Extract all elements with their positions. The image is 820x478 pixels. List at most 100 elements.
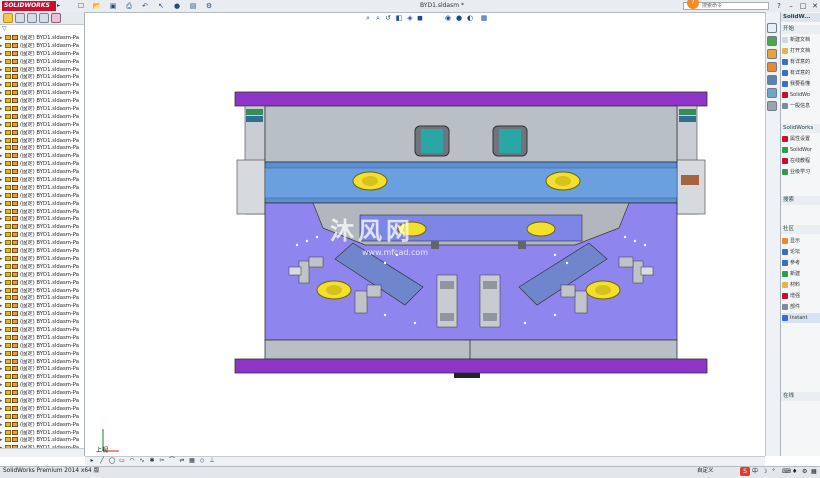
previous-view-icon[interactable]: ↺: [384, 14, 392, 22]
spline-icon[interactable]: ∿: [138, 457, 146, 465]
tree-item[interactable]: ▸(固定) BYD1.sldasm-Pa: [0, 82, 84, 90]
tree-item[interactable]: ▸(固定) BYD1.sldasm-Pa: [0, 358, 84, 367]
help-question-icon[interactable]: ?: [774, 2, 784, 10]
restore-button[interactable]: □: [798, 2, 808, 10]
tree-item[interactable]: ▸(固定) BYD1.sldasm-Pa: [0, 326, 84, 335]
settings-icon[interactable]: ⚙: [802, 467, 810, 476]
search-section-header[interactable]: 搜索: [781, 196, 820, 205]
display-manager-tab[interactable]: [51, 13, 61, 23]
keyboard-icon[interactable]: ⌨: [782, 467, 791, 476]
relations-icon[interactable]: ⊥: [208, 457, 216, 465]
file-explorer-tab-icon[interactable]: [767, 49, 777, 59]
community-section-header[interactable]: 社区: [781, 225, 820, 234]
rectangle-icon[interactable]: ▭: [118, 457, 126, 465]
community-item-2[interactable]: 论坛: [782, 247, 820, 257]
tree-item[interactable]: ▸(固定) BYD1.sldasm-Pa: [0, 208, 84, 217]
solidworks-logo[interactable]: SOLIDWORKS: [2, 1, 56, 11]
tree-item[interactable]: ▸(固定) BYD1.sldasm-Pa: [0, 279, 84, 288]
view-settings-icon[interactable]: ▦: [480, 14, 488, 22]
resources-section-header[interactable]: SolidWorks: [781, 124, 820, 133]
tree-item[interactable]: ▸(固定) BYD1.sldasm-Pa: [0, 287, 84, 296]
view-orientation-icon[interactable]: ◈: [406, 14, 414, 22]
tree-item[interactable]: ▸(固定) BYD1.sldasm-Pa: [0, 240, 84, 248]
community-item-5[interactable]: 材料: [782, 280, 820, 290]
save-icon[interactable]: ▣: [108, 2, 118, 10]
community-item-3[interactable]: 参考: [782, 258, 820, 268]
tree-item[interactable]: ▸(固定) BYD1.sldasm-Pa: [0, 342, 84, 351]
options-icon[interactable]: ⚙: [204, 2, 214, 10]
trim-icon[interactable]: ✂: [158, 457, 166, 465]
circle-icon[interactable]: ◯: [108, 457, 116, 465]
tree-item[interactable]: ▸(固定) BYD1.sldasm-Pa: [0, 413, 84, 422]
tree-item[interactable]: ▸(固定) BYD1.sldasm-Pa: [0, 232, 84, 240]
tree-item[interactable]: ▸(固定) BYD1.sldasm-Pa: [0, 169, 84, 177]
resource-item-4[interactable]: 业级学习: [782, 167, 820, 177]
resource-item-1[interactable]: 属性设置: [782, 134, 820, 144]
rebuild-icon[interactable]: ●: [172, 2, 182, 10]
edit-appearance-icon[interactable]: ●: [455, 14, 463, 22]
punctuation-icon[interactable]: °: [772, 467, 780, 476]
resource-item-3[interactable]: 在线教程: [782, 156, 820, 166]
community-item-7[interactable]: 部件: [782, 302, 820, 312]
feature-tree-list[interactable]: ▸ (固定) BYD1.sldasm-Pa ▸ (固定) BYD1.sldasm-Pa…: [0, 35, 84, 456]
dimension-icon[interactable]: ◇: [198, 457, 206, 465]
tree-item[interactable]: ▸(固定) BYD1.sldasm-Pa: [0, 263, 84, 272]
tree-item[interactable]: ▸(固定) BYD1.sldasm-Pa: [0, 184, 84, 193]
tree-item[interactable]: ▸(固定) BYD1.sldasm-Pa: [0, 121, 84, 130]
skin-icon[interactable]: ♦: [792, 467, 800, 476]
tree-item[interactable]: ▸(固定) BYD1.sldasm-Pa: [0, 66, 84, 75]
community-item-6[interactable]: 增强: [782, 291, 820, 301]
menu-arrow-icon[interactable]: ▸: [57, 1, 65, 11]
display-style-icon[interactable]: ◼: [416, 14, 424, 22]
tree-item[interactable]: ▸(固定) BYD1.sldasm-Pa: [0, 319, 84, 327]
feature-manager-tree[interactable]: ▽ ▸ (固定) BYD1.sldasm-Pa ▸ (固定) BYD1.sldasm-…: [0, 12, 85, 457]
tree-item[interactable]: ▸(固定) BYD1.sldasm-Pa: [0, 192, 84, 201]
tree-item[interactable]: ▸(固定) BYD1.sldasm-Pa: [0, 216, 84, 224]
design-library-tab-icon[interactable]: [767, 36, 777, 46]
community-item-4[interactable]: 新建: [782, 269, 820, 279]
moon-icon[interactable]: ☽: [762, 467, 770, 476]
start-item-4[interactable]: 有详意的: [782, 68, 820, 78]
start-item-6[interactable]: SolidWo: [782, 90, 820, 100]
hide-show-icon[interactable]: ◉: [444, 14, 452, 22]
tree-item[interactable]: ▸(固定) BYD1.sldasm-Pa: [0, 106, 84, 114]
point-icon[interactable]: ✱: [148, 457, 156, 465]
status-units[interactable]: 自定义: [697, 467, 733, 476]
start-item-5[interactable]: 我要看懂: [782, 79, 820, 89]
start-item-3[interactable]: 有详意的: [782, 57, 820, 67]
search-tab-icon[interactable]: [767, 62, 777, 72]
open-document-icon[interactable]: 📂: [92, 2, 102, 10]
tree-item[interactable]: ▸(固定) BYD1.sldasm-Pa: [0, 350, 84, 359]
start-item-open[interactable]: 打开文档: [782, 46, 820, 56]
tree-item[interactable]: ▸(固定) BYD1.sldasm-Pa: [0, 129, 84, 138]
tree-item[interactable]: ▸(固定) BYD1.sldasm-Pa: [0, 390, 84, 398]
pattern-icon[interactable]: ▦: [188, 457, 196, 465]
community-item-1[interactable]: 显示: [782, 236, 820, 246]
tree-item[interactable]: ▸(固定) BYD1.sldasm-Pa: [0, 421, 84, 430]
tree-item[interactable]: ▸(固定) BYD1.sldasm-Pa: [0, 295, 84, 303]
grid-icon[interactable]: ▦: [811, 467, 819, 476]
tree-item[interactable]: ▸(固定) BYD1.sldasm-Pa: [0, 200, 84, 209]
tree-item[interactable]: ▸(固定) BYD1.sldasm-Pa: [0, 429, 84, 438]
line-icon[interactable]: ╱: [98, 457, 106, 465]
tree-item[interactable]: ▸(固定) BYD1.sldasm-Pa: [0, 271, 84, 280]
start-section-header[interactable]: 开始: [781, 25, 820, 34]
tree-item[interactable]: ▸(固定) BYD1.sldasm-Pa: [0, 177, 84, 185]
sketch-arrow-icon[interactable]: ▸: [88, 457, 96, 465]
online-section-header[interactable]: 在线: [781, 392, 820, 401]
apply-scene-icon[interactable]: ◐: [466, 14, 474, 22]
print-icon[interactable]: ⎙: [124, 2, 134, 10]
tree-horizontal-scrollbar[interactable]: [0, 448, 84, 457]
tree-item[interactable]: ▸(固定) BYD1.sldasm-Pa: [0, 90, 84, 98]
tree-item[interactable]: ▸(固定) BYD1.sldasm-Pa: [0, 74, 84, 82]
custom-properties-tab-icon[interactable]: [767, 101, 777, 111]
tree-item[interactable]: ▸(固定) BYD1.sldasm-Pa: [0, 255, 84, 264]
tree-item[interactable]: ▸(固定) BYD1.sldasm-Pa: [0, 161, 84, 169]
tree-item[interactable]: ▸(固定) BYD1.sldasm-Pa: [0, 58, 84, 67]
select-icon[interactable]: ↖: [156, 2, 166, 10]
tree-item[interactable]: ▸(固定) BYD1.sldasm-Pa: [0, 98, 84, 106]
tree-item[interactable]: ▸(固定) BYD1.sldasm-Pa: [0, 405, 84, 414]
resource-item-2[interactable]: SolidWor: [782, 145, 820, 155]
minimize-button[interactable]: –: [786, 2, 796, 10]
undo-icon[interactable]: ↶: [140, 2, 150, 10]
